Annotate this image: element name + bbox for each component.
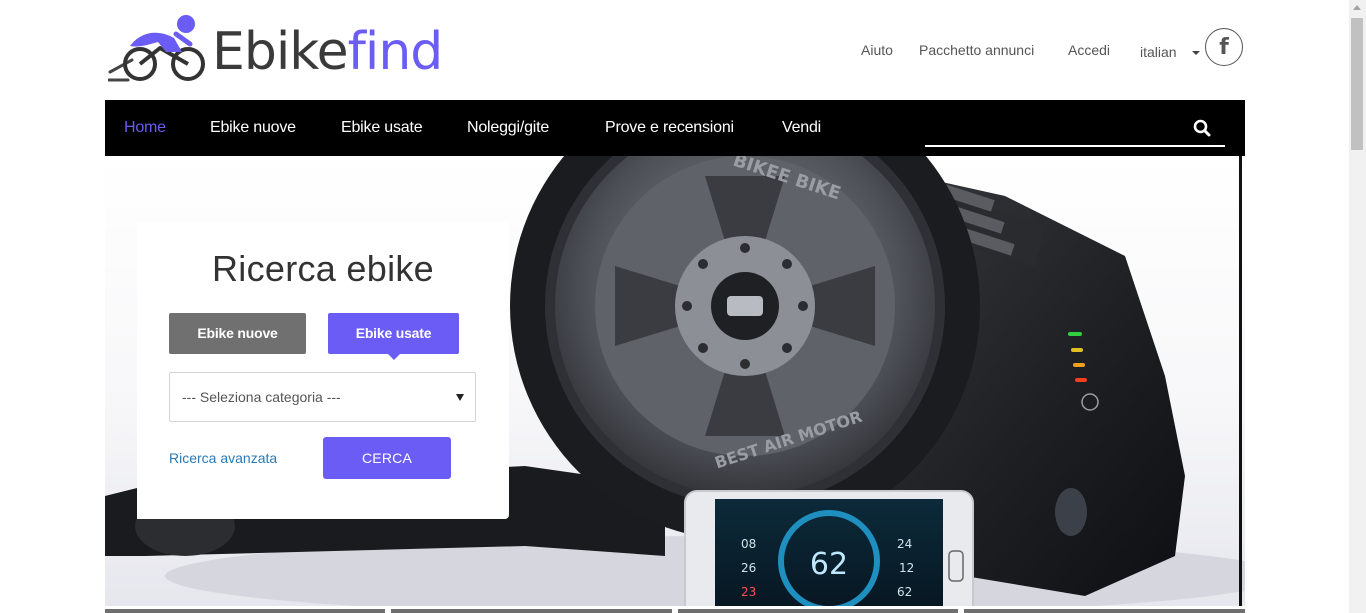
scroll-up-arrow-icon[interactable] xyxy=(1353,5,1361,10)
advanced-search-link[interactable]: Ricerca avanzata xyxy=(169,450,277,466)
phone-right-readout-1: 24 xyxy=(897,537,912,551)
card-preview-2[interactable] xyxy=(391,609,672,613)
scrollbar-thumb[interactable] xyxy=(1351,18,1363,150)
search-icon[interactable] xyxy=(1192,118,1212,138)
nav-item-rentals[interactable]: Noleggi/gite xyxy=(467,100,549,156)
category-select[interactable]: --- Seleziona categoria --- xyxy=(169,372,476,422)
search-panel: Ricerca ebike Ebike nuove Ebike usate --… xyxy=(137,222,509,519)
nav-item-reviews[interactable]: Prove e recensioni xyxy=(605,100,734,156)
nav-search-input[interactable] xyxy=(925,145,1225,147)
hero-edge xyxy=(1239,156,1242,606)
card-preview-4[interactable] xyxy=(964,609,1245,613)
help-link[interactable]: Aiuto xyxy=(861,42,893,58)
site-logo[interactable]: Ebikefind xyxy=(106,12,458,84)
ads-package-link[interactable]: Pacchetto annunci xyxy=(919,42,1034,58)
phone-left-readout-1: 08 xyxy=(741,537,756,551)
nav-item-sell[interactable]: Vendi xyxy=(782,100,821,156)
facebook-glyph: f xyxy=(1219,34,1229,60)
active-tab-indicator xyxy=(387,353,401,360)
card-preview-3[interactable] xyxy=(678,609,958,613)
language-selector[interactable]: italian xyxy=(1140,44,1177,60)
ebike-rider-icon xyxy=(106,15,205,82)
logo-text-dark: Ebike xyxy=(212,22,349,82)
tab-used-ebikes[interactable]: Ebike usate xyxy=(328,313,459,360)
phone-right-readout-2: 12 xyxy=(899,561,914,575)
page-scrollbar[interactable] xyxy=(1349,0,1366,613)
card-preview-1[interactable] xyxy=(105,609,385,613)
phone-speed-readout: 62 xyxy=(810,547,848,582)
logo-wordmark: Ebikefind xyxy=(212,22,444,82)
nav-item-new-ebikes[interactable]: Ebike nuove xyxy=(210,100,296,156)
category-select-value: --- Seleziona categoria --- xyxy=(182,389,341,405)
logo-text-accent: find xyxy=(347,22,444,82)
phone-right-readout-3: 62 xyxy=(897,585,912,599)
phone-left-readout-2: 26 xyxy=(741,561,756,575)
search-button[interactable]: CERCA xyxy=(323,437,451,479)
tab-used-label: Ebike usate xyxy=(355,325,432,341)
tab-new-ebikes[interactable]: Ebike nuove xyxy=(169,313,306,354)
nav-item-used-ebikes[interactable]: Ebike usate xyxy=(341,100,423,156)
facebook-icon[interactable]: f xyxy=(1205,28,1243,66)
main-nav: Home Ebike nuove Ebike usate Noleggi/git… xyxy=(105,100,1245,156)
nav-item-home[interactable]: Home xyxy=(124,100,166,156)
search-panel-title: Ricerca ebike xyxy=(212,248,434,289)
dropdown-caret-icon xyxy=(456,394,464,401)
phone-left-readout-3: 23 xyxy=(741,585,756,599)
chevron-down-icon[interactable] xyxy=(1192,51,1200,55)
login-link[interactable]: Accedi xyxy=(1068,42,1110,58)
